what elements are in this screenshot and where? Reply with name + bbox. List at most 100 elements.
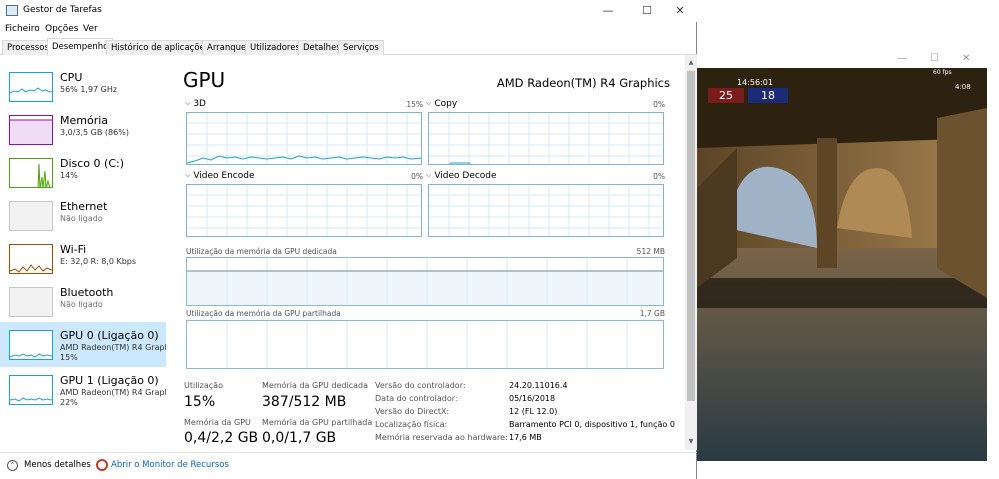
graph-3d-svg: [187, 113, 421, 164]
graph-dedicated-memory: [186, 257, 664, 306]
sidebar-item-cpu[interactable]: CPU 56% 1,97 GHz: [0, 64, 166, 109]
game-viewport[interactable]: 14:56:01 60 fps 4:08 25 18: [697, 68, 987, 461]
driver-date-value: 05/16/2018: [509, 394, 556, 403]
engine-pct: 0%: [653, 100, 665, 109]
scroll-down-arrow-icon[interactable]: ▼: [685, 436, 697, 448]
sidebar-item-detail: AMD Radeon(TM) R4 Graph: [60, 388, 166, 397]
directx-version-label: Versão do DirectX:: [375, 407, 450, 416]
sidebar-item-detail: Não ligado: [60, 214, 103, 223]
graph-shared-memory-svg: [226, 321, 628, 368]
game-round-time: 4:08: [955, 83, 971, 91]
utilization-label: Utilização: [184, 381, 223, 390]
game-window-title-bar[interactable]: — ☐ ✕: [697, 50, 999, 68]
gpu-detail-panel: GPU AMD Radeon(TM) R4 Graphics ⌵ 3D 15% ⌵…: [175, 62, 685, 452]
sidebar-item-memory[interactable]: Memória 3,0/3,5 GB (86%): [0, 107, 166, 152]
chevron-down-icon: ⌵: [185, 99, 191, 107]
task-manager-window: Gestor de Tarefas — ☐ ✕ Ficheiro Opções …: [0, 0, 697, 479]
scrollbar-thumb[interactable]: [687, 71, 695, 401]
game-clock: 14:56:01: [737, 78, 773, 87]
directx-version-value: 12 (FL 12.0): [509, 407, 558, 416]
scroll-up-arrow-icon[interactable]: ▲: [685, 57, 697, 69]
dedicated-memory-max: 512 MB: [636, 247, 665, 256]
engine-label: 3D: [193, 99, 206, 109]
close-button[interactable]: ✕: [662, 0, 698, 22]
engine-selector-video-encode[interactable]: ⌵ Video Encode: [185, 171, 254, 181]
dedicated-gpu-memory-label: Memória da GPU dedicada: [262, 381, 368, 390]
disk-mini-graph: [9, 158, 53, 188]
window-title: Gestor de Tarefas: [23, 5, 102, 15]
sidebar-item-disk[interactable]: Disco 0 (C:) 14%: [0, 150, 166, 195]
sidebar-item-gpu0[interactable]: GPU 0 (Ligação 0) AMD Radeon(TM) R4 Grap…: [0, 322, 166, 367]
sidebar-item-name: CPU: [60, 71, 83, 84]
wifi-mini-graph: [9, 244, 53, 274]
sidebar-item-name: Disco 0 (C:): [60, 157, 124, 170]
tab-servicos[interactable]: Serviços: [338, 40, 384, 55]
gpu-memory-label: Memória da GPU: [184, 418, 251, 427]
sidebar-item-detail: AMD Radeon(TM) R4 Graph: [60, 343, 166, 352]
dedicated-gpu-memory-value: 387/512 MB: [262, 394, 347, 410]
menu-bar: Ficheiro Opções Ver: [0, 22, 697, 37]
menu-opcoes[interactable]: Opções: [45, 24, 78, 34]
game-maximize-button[interactable]: ☐: [930, 53, 939, 64]
gpu-device-name: AMD Radeon(TM) R4 Graphics: [496, 76, 670, 90]
sidebar-item-detail: E: 32,0 R: 8,0 Kbps: [60, 257, 137, 266]
sidebar-item-bluetooth[interactable]: Bluetooth Não ligado: [0, 279, 166, 324]
ethernet-mini-graph: [9, 201, 53, 231]
bluetooth-mini-graph: [9, 287, 53, 317]
game-minimize-button[interactable]: —: [897, 53, 907, 64]
driver-version-value: 24.20.11016.4: [509, 381, 568, 390]
fewer-details-link[interactable]: Menos detalhes: [24, 460, 91, 470]
menu-ficheiro[interactable]: Ficheiro: [5, 24, 40, 34]
graph-3d: [186, 112, 422, 165]
graph-copy-svg: [429, 113, 663, 164]
shared-gpu-memory-value: 0,0/1,7 GB: [262, 430, 337, 446]
shared-memory-label: Utilização da memória da GPU partilhada: [186, 309, 341, 318]
maximize-button[interactable]: ☐: [629, 0, 665, 22]
sidebar-item-name: Bluetooth: [60, 286, 114, 299]
sidebar-item-gpu1[interactable]: GPU 1 (Ligação 0) AMD Radeon(TM) R4 Grap…: [0, 367, 166, 412]
shared-gpu-memory-label: Memória da GPU partilhada: [262, 418, 373, 427]
menu-ver[interactable]: Ver: [83, 24, 98, 34]
driver-date-label: Data do controlador:: [375, 394, 458, 403]
page-title: GPU: [183, 68, 226, 92]
graph-video-decode-svg: [429, 185, 663, 236]
title-bar[interactable]: Gestor de Tarefas — ☐ ✕: [0, 0, 697, 22]
graph-video-encode-svg: [187, 185, 421, 236]
graph-shared-memory: [186, 320, 664, 369]
open-resource-monitor-link[interactable]: Abrir o Monitor de Recursos: [111, 460, 229, 470]
gpu0-mini-graph: [9, 330, 53, 360]
engine-selector-3d[interactable]: ⌵ 3D: [185, 99, 206, 109]
engine-selector-video-decode[interactable]: ⌵ Video Decode: [426, 171, 497, 181]
engine-pct: 0%: [653, 172, 665, 181]
sidebar-item-name: GPU 0 (Ligação 0): [60, 329, 159, 342]
sidebar-item-wifi[interactable]: Wi-Fi E: 32,0 R: 8,0 Kbps: [0, 236, 166, 281]
sidebar-item-detail: Não ligado: [60, 300, 103, 309]
vertical-scrollbar[interactable]: ▲ ▼: [685, 55, 697, 450]
graph-video-encode: [186, 184, 422, 237]
graph-dedicated-memory-svg: [187, 258, 663, 305]
score-team-right: 18: [748, 88, 788, 103]
tab-arranque[interactable]: Arranque: [202, 40, 252, 55]
minimize-button[interactable]: —: [590, 0, 626, 22]
sidebar-item-detail: 3,0/3,5 GB (86%): [60, 128, 129, 137]
tab-utilizadores[interactable]: Utilizadores: [245, 40, 305, 55]
sidebar-item-name: Ethernet: [60, 200, 108, 213]
reserved-memory-value: 17,6 MB: [509, 433, 542, 442]
score-team-left: 25: [708, 88, 744, 103]
game-fps: 60 fps: [933, 69, 952, 76]
sidebar-item-usage: 22%: [60, 398, 78, 407]
engine-pct: 0%: [411, 172, 423, 181]
chevron-down-icon: ⌵: [426, 171, 432, 179]
game-close-button[interactable]: ✕: [962, 53, 970, 64]
tab-desempenho[interactable]: Desempenho: [47, 38, 114, 56]
chevron-down-icon: ⌵: [426, 99, 432, 107]
chevron-up-icon[interactable]: ⌃: [7, 460, 18, 471]
sidebar-item-ethernet[interactable]: Ethernet Não ligado: [0, 193, 166, 238]
tab-historico[interactable]: Histórico de aplicações: [106, 40, 215, 55]
driver-version-label: Versão do controlador:: [375, 381, 466, 390]
game-window[interactable]: — ☐ ✕ 14:56:01 60 fps 4:08 25 18: [697, 50, 999, 479]
engine-selector-copy[interactable]: ⌵ Copy: [426, 99, 457, 109]
engine-pct: 15%: [406, 100, 423, 109]
resource-monitor-icon: [96, 459, 108, 471]
reserved-memory-label: Memória reservada ao hardware:: [375, 433, 508, 442]
